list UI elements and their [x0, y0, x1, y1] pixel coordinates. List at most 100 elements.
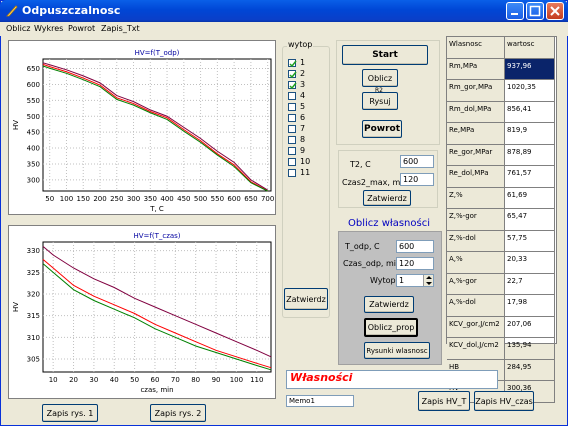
- powrot-button[interactable]: Powrot: [362, 120, 402, 138]
- table-cell-value[interactable]: 135,94: [505, 338, 555, 360]
- close-button[interactable]: [546, 2, 564, 20]
- close-icon: [550, 6, 560, 16]
- y-tick-label: 325: [27, 269, 40, 277]
- zapis-hv-t-button[interactable]: Zapis HV_T: [418, 391, 470, 411]
- t2-label: T2, C: [350, 160, 371, 169]
- table-cell-property[interactable]: A,%-dol: [447, 295, 505, 317]
- x-tick-label: 10: [49, 376, 58, 384]
- wytop-checkbox-8[interactable]: [288, 136, 296, 144]
- x-tick-label: 20: [69, 376, 78, 384]
- y-axis-label: HV: [12, 120, 20, 130]
- chart-hv-time: 10 20 30 40 50 60 70 80 90 100 110 330 325 320 315 310 3…: [12, 232, 272, 394]
- x-tick-label: 150: [77, 195, 90, 203]
- wytop-checkbox-1[interactable]: [288, 59, 297, 68]
- wytop-checkbox-label: 8: [300, 135, 306, 144]
- y-tick-label: 500: [27, 113, 40, 121]
- wytop-checkbox-10[interactable]: [288, 158, 296, 166]
- wytop-checkbox-9[interactable]: [288, 147, 296, 155]
- wytop-checkbox-label: 7: [300, 124, 306, 133]
- properties-table[interactable]: Wlasnosc wartosc Rm,MPa 937,96 Rm_gor,MPa 102…: [446, 36, 557, 403]
- table-cell-value[interactable]: 61,69: [505, 187, 555, 209]
- czas2-input[interactable]: 120: [400, 173, 434, 186]
- wytop-checkbox-4[interactable]: [288, 92, 296, 100]
- chart1-panel: 50 100 150 200 250 300 350 400 450 500 550 600 650 70…: [8, 40, 276, 215]
- table-cell-value[interactable]: 761,57: [505, 166, 555, 188]
- wytop-checkbox-3[interactable]: [288, 81, 297, 90]
- table-cell-value[interactable]: 284,95: [505, 359, 555, 381]
- checkmark-icon: [289, 82, 297, 90]
- table-cell-value[interactable]: 57,75: [505, 230, 555, 252]
- zatwierdz-wytop-button[interactable]: Zatwierdz: [284, 288, 328, 310]
- zatwierdz-params-button[interactable]: Zatwierdz: [363, 190, 411, 206]
- czas-odp-input[interactable]: 120: [396, 257, 434, 270]
- table-cell-value[interactable]: 22,7: [505, 273, 555, 295]
- t2-input[interactable]: 600: [400, 155, 434, 168]
- table-cell-property[interactable]: Rm,MPa: [447, 58, 505, 80]
- memo-field[interactable]: Memo1: [286, 395, 354, 407]
- table-cell-property[interactable]: Rm_gor,MPa: [447, 80, 505, 102]
- wytop-checkbox-6[interactable]: [288, 114, 296, 122]
- table-cell-value[interactable]: 20,33: [505, 252, 555, 274]
- table-cell-value[interactable]: 819,9: [505, 123, 555, 145]
- wytop-checkbox-label: 9: [300, 146, 306, 155]
- y-tick-label: 400: [27, 145, 40, 153]
- x-tick-label: 250: [110, 195, 123, 203]
- y-tick-label: 450: [27, 129, 40, 137]
- wytop-spin-arrows[interactable]: [423, 275, 433, 286]
- table-cell-value[interactable]: 856,41: [505, 101, 555, 123]
- x-tick-label: 650: [244, 195, 257, 203]
- table-cell-value[interactable]: 878,89: [505, 144, 555, 166]
- table-header-wartosc[interactable]: wartosc: [505, 37, 555, 59]
- x-tick-label: 90: [212, 376, 221, 384]
- wytop-checkbox-11[interactable]: [288, 169, 296, 177]
- y-tick-label: 300: [27, 176, 40, 184]
- zapis-rys-2-button[interactable]: Zapis rys. 2: [150, 404, 206, 422]
- table-cell-property[interactable]: A,%: [447, 252, 505, 274]
- table-cell-property[interactable]: Re,MPa: [447, 123, 505, 145]
- x-tick-label: 30: [89, 376, 98, 384]
- wytop-checkbox-5[interactable]: [288, 103, 296, 111]
- minimize-button[interactable]: [506, 2, 524, 20]
- oblicz-prop-button[interactable]: Oblicz_prop: [364, 318, 418, 337]
- table-cell-value[interactable]: 937,96: [505, 58, 555, 80]
- zapis-hv-czas-button[interactable]: Zapis HV_czas: [474, 391, 534, 411]
- menu-wykres[interactable]: Wykres: [34, 24, 63, 33]
- wytop-checkbox-label: 4: [300, 91, 306, 100]
- table-cell-property[interactable]: Rm_dol,MPa: [447, 101, 505, 123]
- wytop-checkbox-7[interactable]: [288, 125, 296, 133]
- table-header-wlasnosc[interactable]: Wlasnosc: [447, 37, 505, 59]
- wytop-select-label: Wytop: [370, 276, 396, 285]
- table-cell-value[interactable]: 207,06: [505, 316, 555, 338]
- table-cell-property[interactable]: Z,%: [447, 187, 505, 209]
- x-tick-label: 100: [60, 195, 73, 203]
- t-odp-input[interactable]: 600: [396, 240, 434, 253]
- rysunki-wlasnosc-button[interactable]: Rysunki wlasnosc: [364, 342, 430, 359]
- zatwierdz-oblicz-button[interactable]: Zatwierdz: [364, 296, 414, 313]
- start-button[interactable]: Start: [342, 45, 428, 65]
- table-cell-property[interactable]: KCV_dol,J/cm2: [447, 338, 505, 360]
- wytop-checkbox-2[interactable]: [288, 70, 297, 79]
- table-cell-property[interactable]: KCV_gor,J/cm2: [447, 316, 505, 338]
- wytop-checkbox-label: 10: [300, 157, 311, 166]
- x-tick-label: 550: [211, 195, 224, 203]
- zapis-rys-1-button[interactable]: Zapis rys. 1: [42, 404, 98, 422]
- table-cell-property[interactable]: Z,%-dol: [447, 230, 505, 252]
- x-axis-label: czas, min: [140, 386, 173, 394]
- menu-zapis-txt[interactable]: Zapis_Txt: [101, 24, 140, 33]
- table-cell-value[interactable]: 65,47: [505, 209, 555, 231]
- minimize-icon: [511, 13, 518, 15]
- maximize-button[interactable]: [526, 2, 544, 20]
- table-cell-property[interactable]: Z,%-gor: [447, 209, 505, 231]
- table-cell-property[interactable]: Re_dol,MPa: [447, 166, 505, 188]
- table-cell-property[interactable]: Re_gor,MPar: [447, 144, 505, 166]
- menu-powrot[interactable]: Powrot: [68, 24, 95, 33]
- rysuj-button[interactable]: Rysuj: [362, 92, 398, 110]
- oblicz-button[interactable]: Oblicz: [362, 69, 398, 87]
- table-cell-property[interactable]: A,%-gor: [447, 273, 505, 295]
- y-tick-label: 600: [27, 81, 40, 89]
- x-tick-label: 50: [130, 376, 139, 384]
- table-cell-value[interactable]: 17,98: [505, 295, 555, 317]
- table-cell-value[interactable]: 1020,35: [505, 80, 555, 102]
- menu-oblicz[interactable]: Oblicz: [6, 24, 30, 33]
- checkmark-icon: [289, 60, 297, 68]
